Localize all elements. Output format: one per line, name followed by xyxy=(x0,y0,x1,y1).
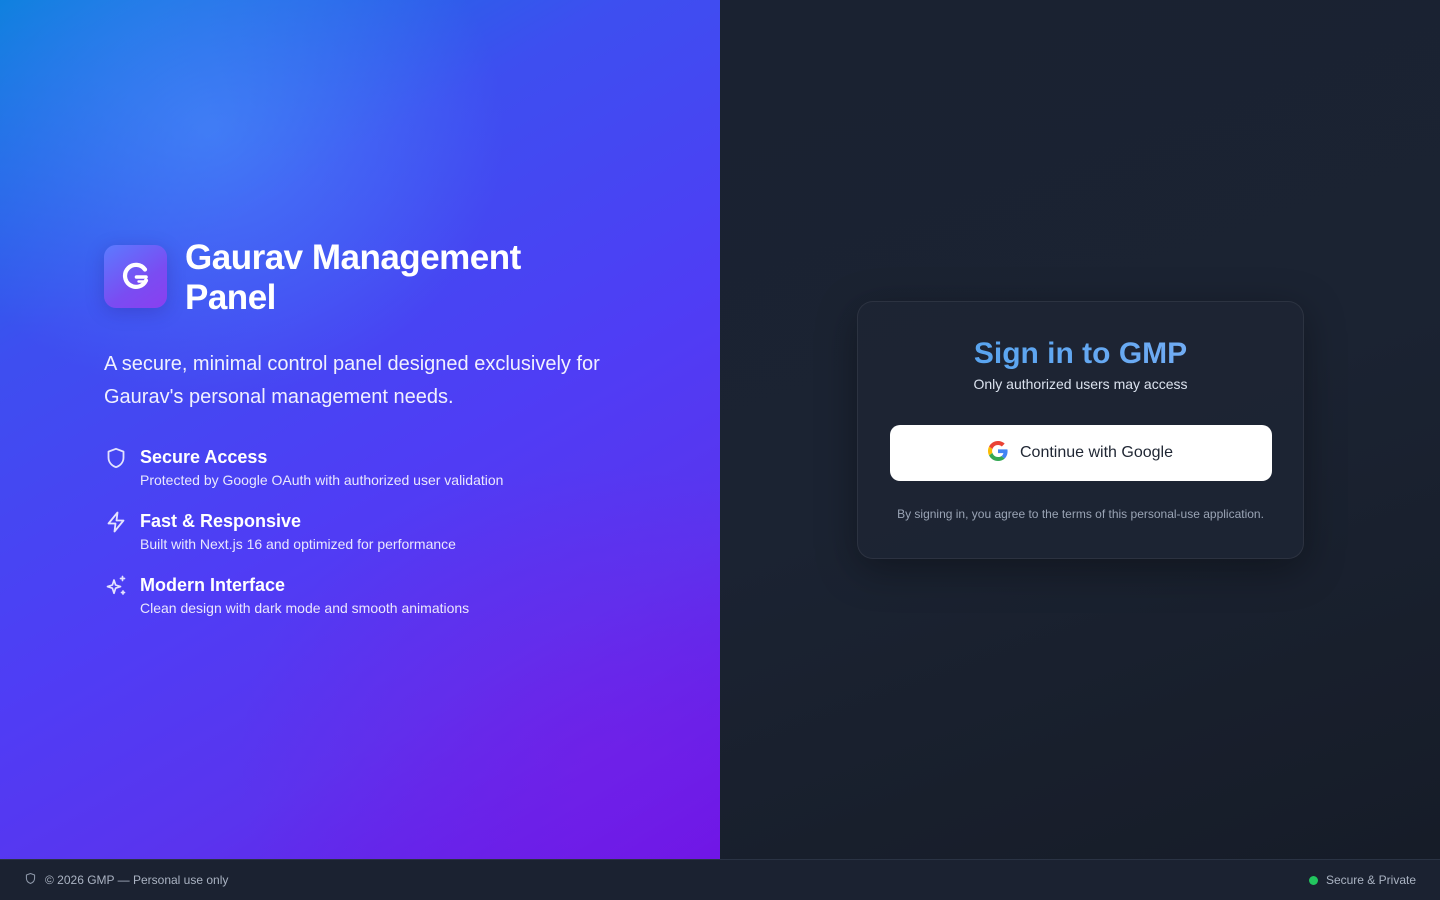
signin-card: Sign in to GMP Only authorized users may… xyxy=(857,301,1304,559)
g-letter-logo-icon xyxy=(104,245,167,308)
shield-icon xyxy=(104,446,128,470)
terms-notice: By signing in, you agree to the terms of… xyxy=(897,507,1264,521)
app-tagline: A secure, minimal control panel designed… xyxy=(104,353,600,408)
sparkles-icon xyxy=(104,574,128,598)
hero-panel: Gaurav Management Panel A secure, minima… xyxy=(0,0,720,859)
login-page: Gaurav Management Panel A secure, minima… xyxy=(0,0,1440,900)
signin-panel: Sign in to GMP Only authorized users may… xyxy=(720,0,1440,859)
feature-item-fast-responsive: Fast & Responsive Built with Next.js 16 … xyxy=(104,509,624,556)
hero-content: Gaurav Management Panel A secure, minima… xyxy=(104,238,624,637)
lightning-icon xyxy=(104,510,128,534)
feature-title: Fast & Responsive xyxy=(140,511,302,531)
page-footer: © 2026 GMP — Personal use only Secure & … xyxy=(0,859,1440,900)
footer-right: Secure & Private xyxy=(1308,873,1416,887)
feature-item-secure-access: Secure Access Protected by Google OAuth … xyxy=(104,445,624,492)
continue-with-google-button[interactable]: Continue with Google xyxy=(889,425,1272,481)
app-title: Gaurav Management Panel xyxy=(185,238,521,317)
footer-left: © 2026 GMP — Personal use only xyxy=(24,872,228,888)
feature-list: Secure Access Protected by Google OAuth … xyxy=(104,445,624,620)
feature-item-modern-interface: Modern Interface Clean design with dark … xyxy=(104,573,624,620)
brand: Gaurav Management Panel xyxy=(104,238,624,318)
feature-title: Secure Access xyxy=(140,447,268,467)
signin-subtitle: Only authorized users may access xyxy=(973,376,1188,392)
google-button-label: Continue with Google xyxy=(1020,444,1173,461)
status-dot-icon xyxy=(1308,875,1318,885)
feature-description: Clean design with dark mode and smooth a… xyxy=(140,600,470,616)
feature-title: Modern Interface xyxy=(140,575,286,595)
signin-title: Sign in to GMP xyxy=(858,336,1303,372)
feature-description: Built with Next.js 16 and optimized for … xyxy=(140,536,456,552)
feature-description: Protected by Google OAuth with authorize… xyxy=(140,472,504,488)
shield-icon xyxy=(24,872,37,888)
security-status: Secure & Private xyxy=(1325,873,1416,887)
copyright-text: © 2026 GMP — Personal use only xyxy=(45,873,229,887)
google-icon xyxy=(988,440,1008,466)
